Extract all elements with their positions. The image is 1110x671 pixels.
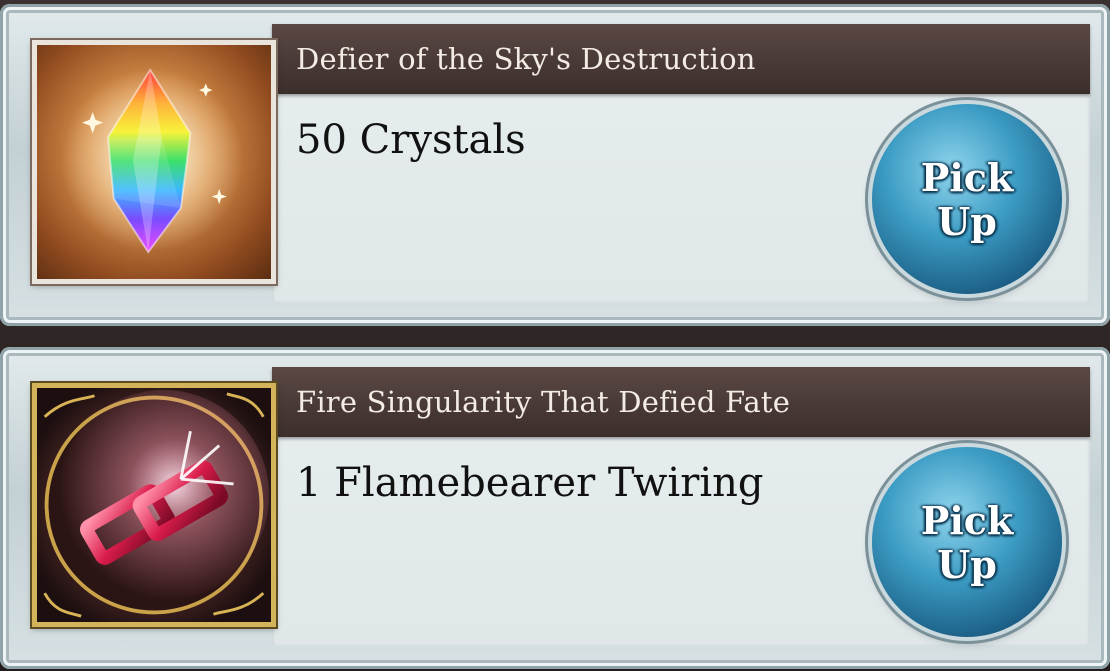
reward-card: Fire Singularity That Defied Fate 1 Flam… xyxy=(0,347,1110,669)
reward-description: 50 Crystals xyxy=(296,117,526,163)
reward-title-bar: Defier of the Sky's Destruction xyxy=(272,24,1090,94)
reward-description: 1 Flamebearer Twiring xyxy=(296,460,764,506)
reward-list: Defier of the Sky's Destruction 50 Cryst… xyxy=(0,0,1110,671)
rainbow-crystal-icon xyxy=(32,40,276,284)
reward-title: Defier of the Sky's Destruction xyxy=(296,42,756,76)
reward-title: Fire Singularity That Defied Fate xyxy=(296,385,791,419)
reward-card: Defier of the Sky's Destruction 50 Cryst… xyxy=(0,4,1110,326)
pick-up-button[interactable]: Pick Up xyxy=(872,104,1062,294)
pick-up-label: Pick Up xyxy=(920,498,1014,587)
pick-up-button[interactable]: Pick Up xyxy=(872,447,1062,637)
reward-title-bar: Fire Singularity That Defied Fate xyxy=(272,367,1090,437)
pick-up-label: Pick Up xyxy=(920,155,1014,244)
flamebearer-twiring-icon xyxy=(32,383,276,627)
